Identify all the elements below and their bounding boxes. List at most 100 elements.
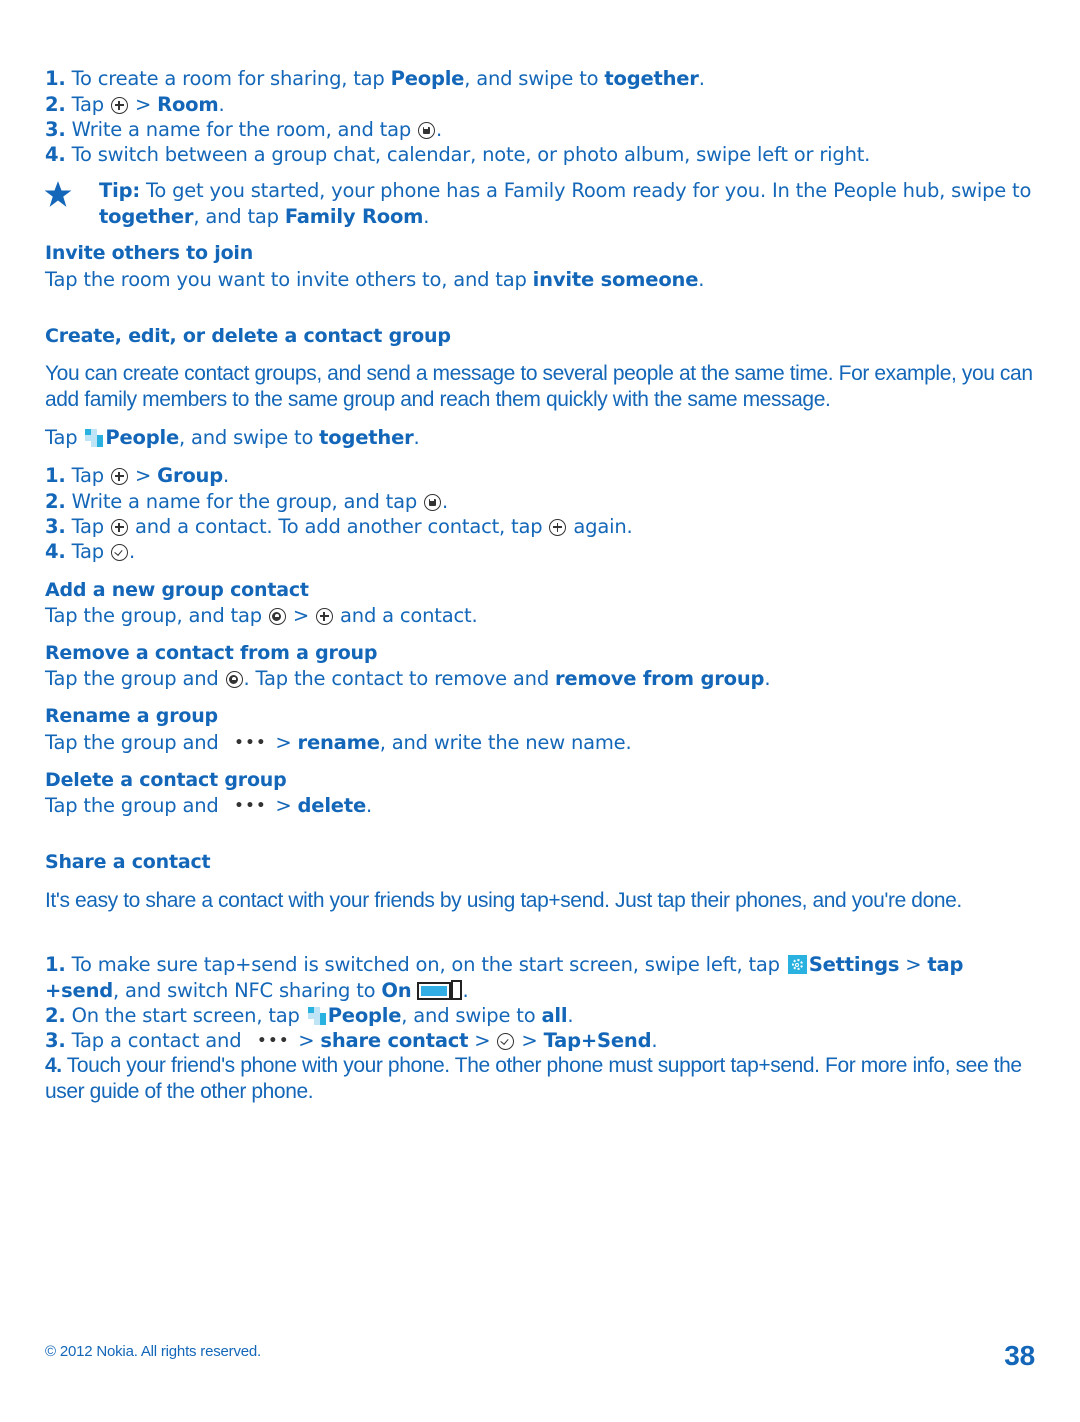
contact-group-heading: Create, edit, or delete a contact group (45, 325, 451, 347)
step-text: . (218, 93, 225, 116)
step-number: 4. (45, 540, 66, 563)
tip-body: . (423, 204, 430, 228)
rename-text: Tap the group and ••• > rename, and write… (45, 730, 1040, 757)
body-text: . Tap the contact to remove and (243, 667, 556, 690)
share-step-4: 4. Touch your friend's phone with your p… (45, 1053, 1040, 1104)
people-keyword: People (390, 67, 465, 90)
share-contact-keyword: share contact (320, 1029, 469, 1052)
step-text: To create a room for sharing, tap (71, 67, 391, 90)
step-text: To switch between a group chat, calendar… (71, 143, 871, 166)
body-text: . (764, 667, 771, 690)
add-contact-heading: Add a new group contact (45, 579, 309, 601)
step-text: To make sure tap+send is switched on, on… (71, 953, 786, 976)
step-text: > (899, 953, 928, 976)
group-step-3: 3. Tap and a contact. To add another con… (45, 514, 1040, 540)
step-number: 1. (45, 464, 66, 487)
step-number: 2. (45, 490, 66, 513)
more-options-icon: ••• (257, 1033, 291, 1049)
share-step-2: 2. On the start screen, tap People, and … (45, 1003, 1040, 1029)
together-keyword: together (99, 204, 194, 228)
step-text: . (651, 1029, 658, 1052)
invite-someone-keyword: invite someone (532, 268, 699, 291)
body-text: and a contact. (334, 604, 478, 627)
invite-body: Tap the room you want to invite others t… (45, 268, 533, 291)
step-number: 1. (45, 67, 66, 90)
step-text: . (223, 464, 230, 487)
more-options-icon: ••• (234, 735, 268, 751)
contact-group-tap-line: Tap People, and swipe to together. (45, 425, 1040, 451)
together-keyword: together (604, 67, 699, 90)
share-intro: It's easy to share a contact with your f… (45, 889, 962, 912)
step-text: > (515, 1029, 544, 1052)
group-members-icon (268, 608, 286, 625)
body-text: Tap the group, and tap (45, 604, 268, 627)
tip-body: , and tap (193, 204, 285, 228)
people-keyword: People (105, 426, 180, 449)
share-heading: Share a contact (45, 851, 211, 873)
save-icon (418, 122, 436, 139)
step-text: Tap (71, 464, 110, 487)
group-step-4: 4. Tap . (45, 539, 1040, 565)
add-icon (111, 519, 128, 536)
group-keyword: Group (157, 464, 224, 487)
delete-keyword: delete (297, 794, 367, 817)
step-text: . (698, 67, 705, 90)
delete-text: Tap the group and ••• > delete. (45, 793, 1040, 820)
step-number: 3. (45, 515, 66, 538)
step-text: Tap (71, 93, 110, 116)
step-text: and a contact. To add another contact, t… (129, 515, 549, 538)
invite-heading: Invite others to join (45, 242, 254, 264)
tip-body: To get you started, your phone has a Fam… (139, 179, 1032, 202)
share-step-1: 1. To make sure tap+send is switched on,… (45, 952, 1040, 1006)
step-text: > (468, 1029, 497, 1052)
step-text: . (462, 978, 469, 1002)
copyright-notice: © 2012 Nokia. All rights reserved. (45, 1343, 262, 1360)
people-hub-icon (85, 429, 104, 447)
body-text: Tap the group and (45, 667, 225, 690)
step-text: , and swipe to (401, 1004, 542, 1027)
checkmark-icon (111, 544, 128, 561)
room-keyword: Room (157, 93, 219, 116)
room-step-3: 3. Write a name for the room, and tap . (45, 117, 1040, 143)
step-text: > (129, 464, 158, 487)
group-step-1: 1. Tap > Group. (45, 463, 1040, 489)
remove-from-group-keyword: remove from group (555, 667, 765, 690)
tap-text: , and swipe to (179, 426, 320, 449)
star-tip-icon (44, 181, 72, 207)
step-number: 3. (45, 1029, 66, 1052)
body-text: , and write the new name. (379, 731, 632, 754)
add-icon (549, 519, 567, 536)
invite-text: Tap the room you want to invite others t… (45, 267, 1040, 293)
step-text: > (298, 1029, 321, 1052)
body-text: > (275, 794, 298, 817)
together-keyword: together (319, 426, 414, 449)
remove-contact-text: Tap the group and . Tap the contact to r… (45, 666, 1040, 692)
body-text: . (365, 794, 372, 817)
step-text: Write a name for the room, and tap (71, 118, 418, 141)
people-hub-icon (307, 1007, 326, 1025)
step-text: Touch your friend's phone with your phon… (45, 1054, 1022, 1103)
save-icon (424, 494, 442, 511)
step-number: 4. (45, 143, 66, 166)
step-text: . (567, 1004, 574, 1027)
contact-group-intro: You can create contact groups, and send … (45, 362, 1033, 411)
step-text: > (129, 93, 158, 116)
step-number: 2. (45, 1004, 66, 1027)
step-text: Tap (71, 515, 110, 538)
delete-heading: Delete a contact group (45, 769, 287, 791)
rename-keyword: rename (297, 731, 380, 754)
step-text: On the start screen, tap (71, 1004, 306, 1027)
tip-text: Tip: To get you started, your phone has … (99, 178, 1040, 229)
step-number: 1. (45, 953, 66, 976)
more-options-icon: ••• (234, 798, 268, 814)
checkmark-icon (497, 1033, 515, 1050)
step-text: . (129, 540, 135, 563)
step-text: Tap (71, 540, 110, 563)
room-step-2: 2. Tap > Room. (45, 92, 1040, 118)
room-step-4: 4. To switch between a group chat, calen… (45, 142, 1040, 168)
group-step-2: 2. Write a name for the group, and tap . (45, 489, 1040, 515)
remove-contact-heading: Remove a contact from a group (45, 642, 378, 664)
step-text: . (442, 490, 449, 513)
people-keyword: People (327, 1004, 402, 1027)
body-text: > (286, 604, 316, 627)
